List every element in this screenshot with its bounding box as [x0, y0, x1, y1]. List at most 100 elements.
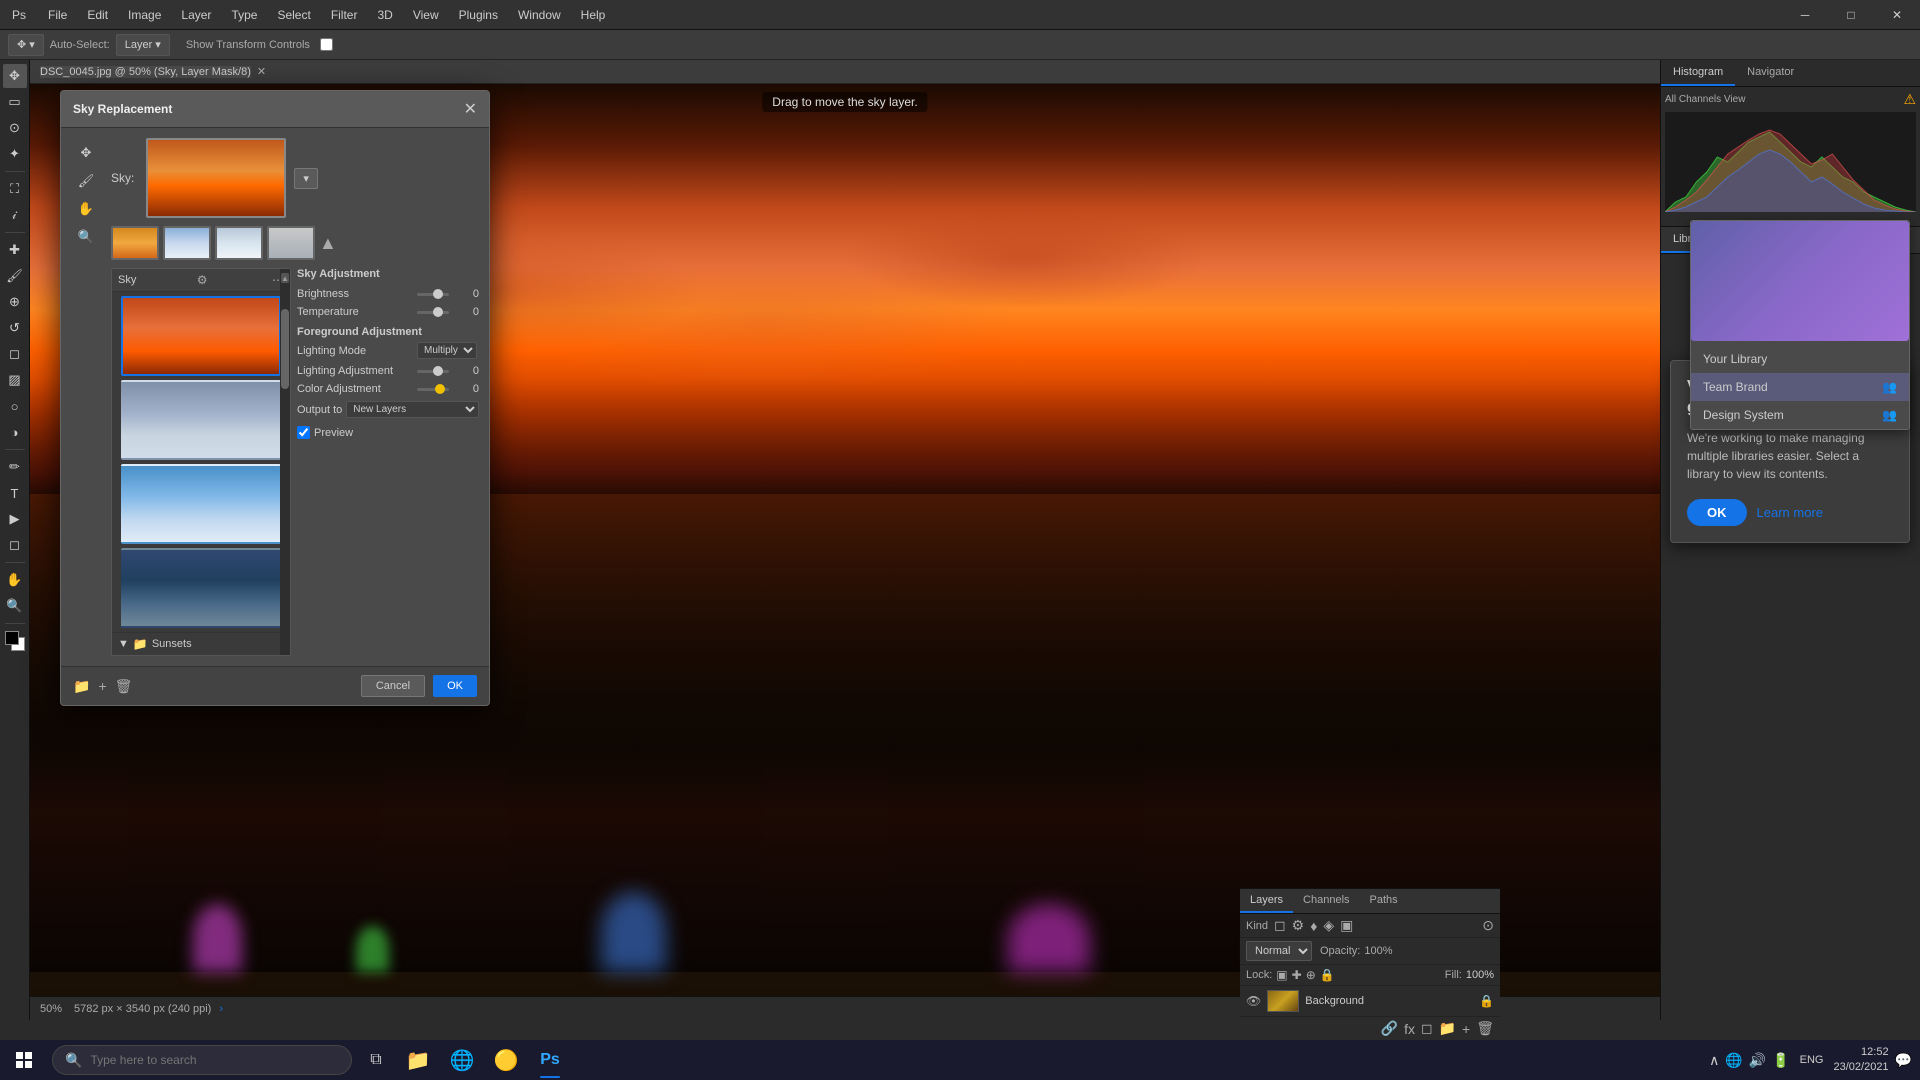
brightness-slider[interactable]	[417, 293, 449, 296]
tray-network-icon[interactable]: 🌐	[1725, 1052, 1742, 1069]
sky-settings-icon[interactable]: ⚙	[197, 273, 208, 287]
sky-gallery-item-2[interactable]	[121, 380, 281, 460]
taskbar-task-view[interactable]: ⧉	[356, 1040, 396, 1080]
status-expand[interactable]: ›	[219, 1003, 223, 1015]
preview-checkbox[interactable]	[297, 426, 310, 439]
hand-tool[interactable]: ✋	[3, 568, 27, 592]
sky-gallery-item-4[interactable]	[121, 548, 281, 628]
library-item-your[interactable]: Your Library	[1691, 345, 1909, 373]
zoom-tool[interactable]: 🔍	[3, 594, 27, 618]
show-transform-checkbox[interactable]	[320, 38, 333, 51]
sky-move-tool[interactable]: ✥	[75, 142, 97, 164]
footer-folder-icon[interactable]: 📁	[73, 678, 90, 695]
temperature-slider[interactable]	[417, 311, 449, 314]
footer-delete-icon[interactable]: 🗑	[115, 678, 133, 695]
sky-thumb-2[interactable]	[163, 226, 211, 260]
temperature-thumb[interactable]	[433, 307, 443, 317]
gallery-scroll-up-btn[interactable]: ▲	[281, 273, 289, 283]
menu-3d[interactable]: 3D	[367, 0, 402, 29]
new-layer-btn[interactable]: +	[1462, 1021, 1470, 1037]
delete-layer-btn[interactable]: 🗑	[1476, 1020, 1494, 1037]
path-select-tool[interactable]: ▶	[3, 507, 27, 531]
clone-tool[interactable]: ⊕	[3, 290, 27, 314]
color-adj-slider[interactable]	[417, 388, 449, 391]
shape-tool[interactable]: ◻	[3, 533, 27, 557]
maximize-button[interactable]: □	[1828, 0, 1874, 30]
new-group-btn[interactable]: 📁	[1439, 1020, 1456, 1037]
sky-thumb-1[interactable]	[111, 226, 159, 260]
magic-wand-tool[interactable]: ✦	[3, 142, 27, 166]
sky-sunsets-header[interactable]: ▼ 📁 Sunsets	[118, 637, 284, 651]
library-item-team-brand[interactable]: Team Brand 👥	[1691, 373, 1909, 401]
eyedropper-tool[interactable]: 𝒾	[3, 203, 27, 227]
lock-position-icon[interactable]: ✚	[1292, 968, 1302, 982]
brightness-thumb[interactable]	[433, 289, 443, 299]
menu-image[interactable]: Image	[118, 0, 171, 29]
tab-navigator[interactable]: Navigator	[1735, 60, 1806, 86]
add-style-btn[interactable]: fx	[1404, 1021, 1415, 1037]
text-tool[interactable]: T	[3, 481, 27, 505]
filter-kind-icon[interactable]: ◻	[1274, 917, 1286, 934]
sky-select-button[interactable]: ▾	[294, 168, 318, 189]
link-layers-btn[interactable]: 🔗	[1381, 1020, 1398, 1037]
tab-layers[interactable]: Layers	[1240, 889, 1293, 913]
color-adj-thumb[interactable]	[435, 384, 445, 394]
sky-gallery-item-3[interactable]	[121, 464, 281, 544]
sky-zoom-tool[interactable]: 🔍	[75, 226, 97, 248]
tab-paths[interactable]: Paths	[1360, 889, 1408, 913]
blur-tool[interactable]: ○	[3, 394, 27, 418]
brush-tool[interactable]: 🖌	[3, 264, 27, 288]
blend-mode-select[interactable]: Normal	[1246, 941, 1312, 961]
tray-volume-icon[interactable]: 🔊	[1749, 1052, 1766, 1069]
lighting-mode-select[interactable]: Multiply Screen	[417, 342, 477, 359]
output-select[interactable]: New Layers Duplicate Layer	[346, 401, 479, 418]
close-button[interactable]: ✕	[1874, 0, 1920, 30]
gallery-scrollbar[interactable]: ▲	[280, 269, 290, 655]
move-tool[interactable]: ✥	[3, 64, 27, 88]
opacity-value[interactable]: 100%	[1364, 945, 1392, 957]
menu-file[interactable]: File	[38, 0, 77, 29]
history-brush-tool[interactable]: ↺	[3, 316, 27, 340]
gradient-tool[interactable]: ▨	[3, 368, 27, 392]
menu-layer[interactable]: Layer	[171, 0, 221, 29]
filter-color-icon[interactable]: ♦	[1310, 918, 1317, 934]
gallery-scroll-thumb[interactable]	[281, 309, 289, 389]
sky-thumb-3[interactable]	[215, 226, 263, 260]
filter-toggle[interactable]: ⊙	[1482, 917, 1494, 934]
add-mask-btn[interactable]: ◻	[1421, 1020, 1433, 1037]
sky-dialog-close-button[interactable]: ✕	[464, 99, 477, 119]
pen-tool[interactable]: ✏	[3, 455, 27, 479]
sky-scroll-up[interactable]: ▲	[319, 233, 337, 254]
tray-battery-icon[interactable]: 🔋	[1772, 1052, 1789, 1069]
lighting-adj-thumb[interactable]	[433, 366, 443, 376]
taskbar-chrome[interactable]: 🟡	[484, 1040, 528, 1080]
close-tab-button[interactable]: ✕	[257, 65, 266, 78]
lock-pixels-icon[interactable]: ▣	[1276, 968, 1287, 982]
auto-select-type[interactable]: Layer ▾	[116, 34, 170, 56]
dodge-tool[interactable]: ◑	[3, 420, 27, 444]
sky-brush-tool[interactable]: 🖌	[75, 170, 97, 192]
language-indicator[interactable]: ENG	[1800, 1054, 1824, 1066]
sky-hand-tool[interactable]: ✋	[75, 198, 97, 220]
search-bar[interactable]: 🔍	[52, 1045, 352, 1075]
filter-selected-icon[interactable]: ▣	[1340, 917, 1353, 934]
menu-type[interactable]: Type	[221, 0, 267, 29]
cancel-button[interactable]: Cancel	[361, 675, 425, 697]
lighting-adj-slider[interactable]	[417, 370, 449, 373]
eraser-tool[interactable]: ◻	[3, 342, 27, 366]
start-button[interactable]	[0, 1040, 48, 1080]
select-rect-tool[interactable]: ▭	[3, 90, 27, 114]
taskbar-file-explorer[interactable]: 📁	[396, 1040, 440, 1080]
lock-all-icon[interactable]: 🔒	[1320, 968, 1335, 982]
time-date-display[interactable]: 12:52 23/02/2021	[1834, 1045, 1889, 1076]
tab-channels[interactable]: Channels	[1293, 889, 1359, 913]
menu-edit[interactable]: Edit	[77, 0, 118, 29]
notification-icon[interactable]: 💬	[1895, 1052, 1912, 1069]
sky-thumb-4[interactable]	[267, 226, 315, 260]
taskbar-edge[interactable]: 🌐	[440, 1040, 484, 1080]
lasso-tool[interactable]: ⊙	[3, 116, 27, 140]
layer-visibility-icon[interactable]: 👁	[1246, 994, 1261, 1008]
tray-show-hidden[interactable]: ∧	[1709, 1052, 1719, 1069]
sky-gallery-item-1[interactable]	[121, 296, 281, 376]
fg-bg-colors[interactable]	[3, 629, 27, 653]
